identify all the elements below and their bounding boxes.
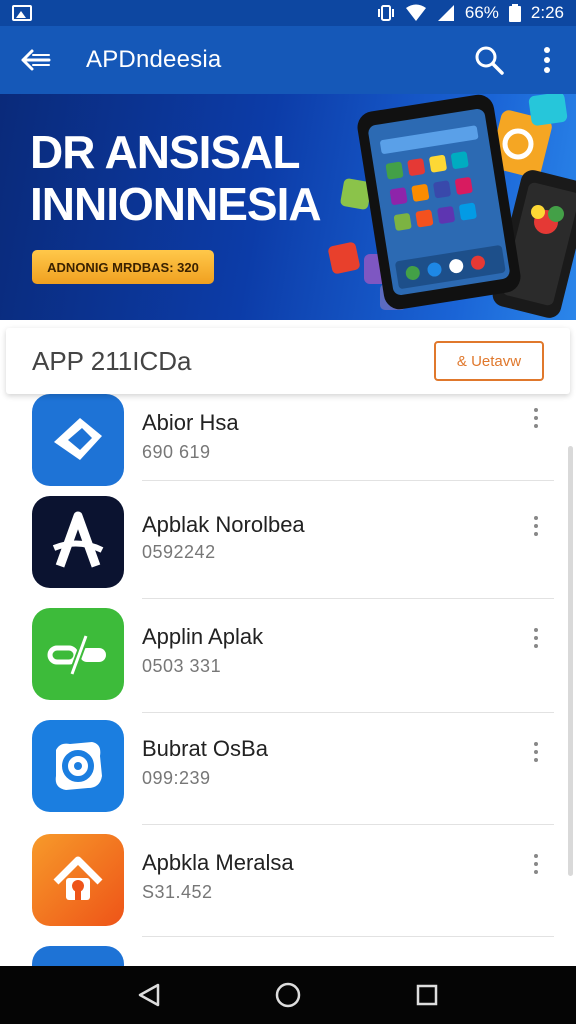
list-item[interactable]: Apbkla Meralsa S31.452 <box>0 828 576 942</box>
nav-back-button[interactable] <box>120 966 178 1024</box>
app-name: Apblak Norolbea <box>142 512 305 537</box>
search-icon <box>475 46 504 75</box>
divider <box>142 824 554 825</box>
circle-home-icon <box>275 982 301 1008</box>
list-item[interactable]: Abior Hsa 690 619 <box>0 394 576 496</box>
wifi-icon <box>405 4 426 21</box>
search-button[interactable] <box>460 26 518 94</box>
app-name: Abior Hsa <box>142 410 239 435</box>
back-button[interactable] <box>0 26 70 94</box>
app-meta: S31.452 <box>142 882 213 902</box>
item-menu-button[interactable] <box>524 734 548 770</box>
app-meta: 690 619 <box>142 442 211 462</box>
triangle-back-icon <box>139 983 160 1007</box>
battery-icon <box>508 4 521 22</box>
divider <box>142 480 554 481</box>
divider <box>142 598 554 599</box>
square-recents-icon <box>416 984 437 1006</box>
item-menu-button[interactable] <box>524 846 548 882</box>
gallery-notification-icon <box>12 5 32 21</box>
blue-chevron-icon <box>32 394 124 486</box>
app-bar: APDndeesia <box>0 26 576 94</box>
orange-home-icon <box>32 834 124 926</box>
green-link-icon <box>32 608 124 700</box>
battery-percent: 66% <box>464 3 499 22</box>
phones-illustration <box>328 94 576 318</box>
list-item[interactable]: Applin Aplak 0503 331 <box>0 604 576 718</box>
item-menu-button[interactable] <box>524 620 548 656</box>
app-name: Applin Aplak <box>142 624 264 649</box>
nav-recents-button[interactable] <box>398 966 456 1024</box>
divider <box>142 712 554 713</box>
signal-icon <box>437 5 454 21</box>
promo-banner[interactable]: DR ANSISAL INNIONNESIA ADNONIG MRDBAS: 3… <box>0 94 576 320</box>
navigation-bar <box>0 966 576 1024</box>
app-title: APDndeesia <box>86 46 222 73</box>
app-meta: 0592242 <box>142 542 216 562</box>
vibrate-icon <box>377 5 394 21</box>
item-menu-button[interactable] <box>524 400 548 436</box>
letter-a-icon <box>32 496 124 588</box>
list-item[interactable] <box>0 940 576 966</box>
section-header: APP 211ICDa & Uetavw <box>6 328 570 394</box>
blue-at-icon <box>32 720 124 812</box>
app-list[interactable]: Abior Hsa 690 619 Apblak Norolbea 059224… <box>0 394 576 966</box>
app-meta: 099:239 <box>142 768 211 788</box>
section-title: APP 211ICDa <box>32 345 192 376</box>
app-name: Apbkla Meralsa <box>142 850 294 875</box>
banner-badge[interactable]: ADNONIG MRDBAS: 320 <box>32 250 214 284</box>
more-vert-icon <box>544 47 550 73</box>
clock: 2:26 <box>530 3 564 22</box>
item-menu-button[interactable] <box>524 508 548 544</box>
banner-title: DR ANSISAL INNIONNESIA <box>30 126 322 230</box>
status-bar: 66% 2:26 <box>0 0 576 26</box>
nav-home-button[interactable] <box>259 966 317 1024</box>
app-icon <box>32 946 124 966</box>
overflow-menu-button[interactable] <box>518 26 576 94</box>
divider <box>142 936 554 937</box>
list-item[interactable]: Bubrat OsBa 099:239 <box>0 716 576 830</box>
list-item[interactable]: Apblak Norolbea 0592242 <box>0 492 576 606</box>
scrollbar[interactable] <box>568 446 573 876</box>
app-name: Bubrat OsBa <box>142 736 268 761</box>
app-meta: 0503 331 <box>142 656 222 676</box>
section-action-button[interactable]: & Uetavw <box>434 341 544 381</box>
arrow-back-icon <box>21 49 51 71</box>
